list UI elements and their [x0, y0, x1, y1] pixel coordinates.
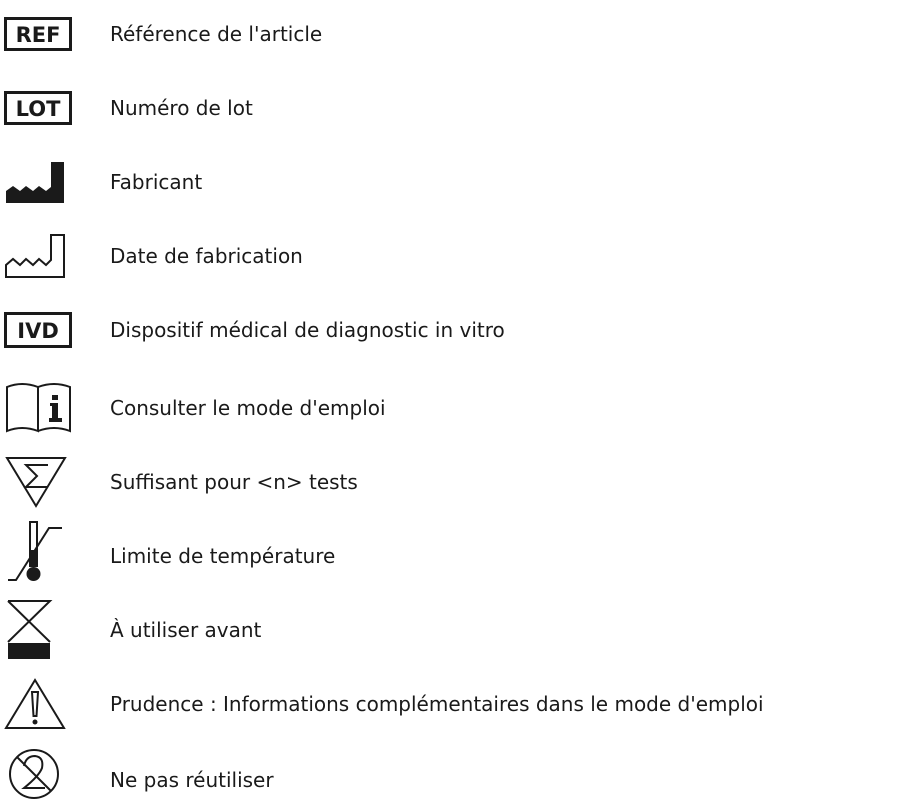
ivd-device-icon: IVD: [4, 300, 84, 360]
symbol-row-date-of-manufacture: Date de fabrication: [0, 226, 902, 286]
symbol-row-instructions: Consulter le mode d'emploi: [0, 378, 902, 438]
symbol-row-caution: Prudence : Informations complémentaires …: [0, 674, 902, 734]
date-of-manufacture-icon: [4, 226, 84, 286]
instructions-label: Consulter le mode d'emploi: [110, 396, 386, 420]
sufficient-for-tests-icon: [4, 452, 84, 512]
sufficient-tests-label: Suffisant pour <n> tests: [110, 470, 358, 494]
symbol-row-do-not-reuse: Ne pas réutiliser: [0, 738, 902, 799]
hourglass-use-by-icon: [4, 600, 84, 660]
caution-warning-icon: [4, 674, 84, 734]
ref-label: Référence de l'article: [110, 22, 323, 46]
use-by-label: À utiliser avant: [110, 618, 262, 642]
do-not-reuse-label: Ne pas réutiliser: [110, 768, 274, 792]
lot-label: Numéro de lot: [110, 96, 253, 120]
symbol-row-sufficient-tests: Suffisant pour <n> tests: [0, 452, 902, 512]
symbol-row-ref: REF Référence de l'article: [0, 4, 902, 64]
ivd-label: Dispositif médical de diagnostic in vitr…: [110, 318, 505, 342]
temperature-label: Limite de température: [110, 544, 336, 568]
ref-catalogue-number-icon: REF: [4, 4, 84, 64]
temperature-limit-icon: [4, 521, 84, 586]
ivd-code-text: IVD: [17, 319, 59, 343]
symbol-row-lot: LOT Numéro de lot: [0, 78, 902, 138]
manufacturer-factory-icon: [4, 152, 84, 212]
manufacturer-label: Fabricant: [110, 170, 203, 194]
symbol-row-use-by: À utiliser avant: [0, 600, 902, 660]
ref-code-text: REF: [16, 23, 61, 47]
date-of-manufacture-label: Date de fabrication: [110, 244, 303, 268]
caution-label: Prudence : Informations complémentaires …: [110, 692, 764, 716]
symbol-row-manufacturer: Fabricant: [0, 152, 902, 212]
symbol-row-ivd: IVD Dispositif médical de diagnostic in …: [0, 300, 902, 360]
lot-code-text: LOT: [16, 97, 61, 121]
instructions-for-use-icon: [4, 378, 84, 438]
lot-batch-code-icon: LOT: [4, 78, 84, 138]
do-not-reuse-icon: [4, 738, 84, 799]
symbol-row-temperature: Limite de température: [0, 521, 902, 586]
